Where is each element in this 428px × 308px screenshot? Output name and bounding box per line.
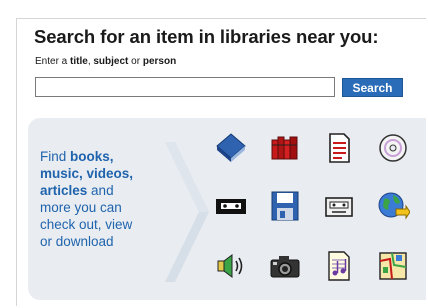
item-type-icons bbox=[214, 131, 426, 291]
map-icon[interactable] bbox=[376, 249, 410, 283]
hint-person: person bbox=[142, 56, 177, 67]
blurb-download: or download bbox=[40, 234, 114, 249]
hint-subject: subject bbox=[93, 56, 129, 67]
hint-or: or bbox=[128, 56, 143, 67]
search-hint: Enter a title, subject or person bbox=[35, 56, 176, 67]
camera-icon[interactable] bbox=[268, 249, 302, 283]
books-shelf-icon[interactable] bbox=[268, 131, 302, 165]
chevron-arrow-graphic bbox=[165, 142, 209, 282]
blurb-check-out: check out, view bbox=[40, 217, 133, 232]
blurb-music-videos: music, videos, bbox=[40, 166, 134, 181]
cd-icon[interactable] bbox=[376, 131, 410, 165]
hint-prefix: Enter a bbox=[35, 56, 71, 67]
blurb-find: Find bbox=[40, 149, 71, 164]
item-types-blurb: Find books, music, videos, articles and … bbox=[40, 148, 160, 250]
page-title: Search for an item in libraries near you… bbox=[34, 26, 379, 47]
item-types-panel: Find books, music, videos, articles and … bbox=[28, 118, 426, 300]
document-icon[interactable] bbox=[322, 131, 356, 165]
blurb-and: and bbox=[87, 183, 114, 198]
search-button[interactable]: Search bbox=[342, 78, 403, 97]
videotape-icon[interactable] bbox=[214, 189, 248, 223]
sheet-music-icon[interactable] bbox=[322, 249, 356, 283]
search-input[interactable] bbox=[35, 77, 335, 97]
hint-title: title bbox=[70, 56, 88, 67]
internet-globe-icon[interactable] bbox=[376, 189, 410, 223]
book-icon[interactable] bbox=[214, 131, 248, 165]
cassette-icon[interactable] bbox=[322, 189, 356, 223]
speaker-audio-icon[interactable] bbox=[214, 249, 248, 283]
blurb-articles: articles bbox=[40, 183, 88, 198]
blurb-books: books, bbox=[70, 149, 114, 164]
blurb-more: more you can bbox=[40, 200, 122, 215]
floppy-disk-icon[interactable] bbox=[268, 189, 302, 223]
